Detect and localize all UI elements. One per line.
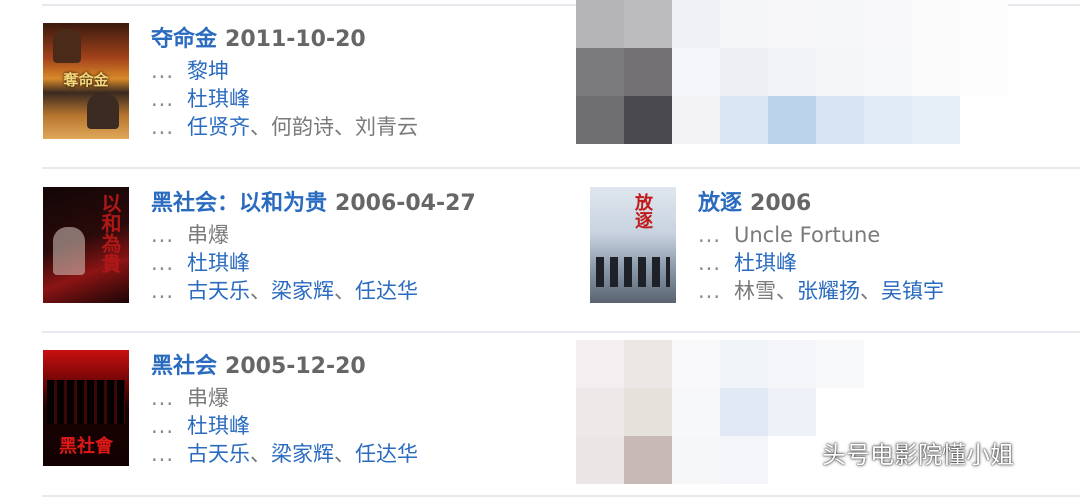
blurred-mosaic: [576, 0, 1008, 144]
cast-link[interactable]: 任达华: [355, 279, 418, 303]
separator: 、: [250, 442, 271, 466]
watermark: 头号电影院懂小姐: [777, 438, 1014, 472]
separator: 、: [250, 115, 271, 139]
poster-title-text: 黑社會: [59, 436, 113, 457]
cast-link[interactable]: 张耀扬: [797, 279, 860, 303]
movie-card: 放逐 放逐 2006 ... Uncle Fortune ... 杜琪峰 ... 林雪、…: [590, 187, 1070, 337]
poster-title-text: 奪命金: [63, 71, 109, 89]
wechat-icon: [777, 441, 814, 469]
cast-link[interactable]: 古天乐: [187, 279, 250, 303]
ellipsis: ...: [151, 115, 175, 139]
cast-name: 刘青云: [355, 115, 418, 139]
movie-title-link[interactable]: 夺命金: [151, 27, 217, 52]
movie-title-link[interactable]: 黑社会：以和为贵: [151, 191, 327, 216]
movie-card: 黑社會 黑社会 2005-12-20 ... 串爆 ... 杜琪峰 ... 古天乐、梁家…: [43, 350, 563, 500]
director-link[interactable]: 杜琪峰: [187, 251, 250, 275]
movie-card: 奪命金 夺命金 2011-10-20 ... 黎坤 ... 杜琪峰 ... 任贤齐、何韵…: [43, 23, 563, 173]
cast-link[interactable]: 吴镇宇: [881, 279, 944, 303]
separator: 、: [860, 279, 881, 303]
release-date: 2005-12-20: [225, 354, 366, 379]
watermark-text: 头号电影院懂小姐: [822, 441, 1014, 469]
ellipsis: ...: [151, 251, 175, 275]
cast-name: 林雪: [734, 279, 776, 303]
movie-poster[interactable]: 黑社會: [43, 350, 129, 466]
cast-link[interactable]: 任贤齐: [187, 115, 250, 139]
separator: 、: [334, 279, 355, 303]
separator: 、: [250, 279, 271, 303]
poster-figure: [53, 29, 81, 63]
cast-link[interactable]: 梁家辉: [271, 442, 334, 466]
poster-title-text: 放逐: [632, 193, 653, 229]
cast-link[interactable]: 古天乐: [187, 442, 250, 466]
release-date: 2011-10-20: [225, 27, 366, 52]
poster-figures: [596, 257, 670, 287]
ellipsis: ...: [698, 223, 722, 247]
movie-poster[interactable]: 放逐: [590, 187, 676, 303]
poster-figure: [87, 93, 119, 129]
ellipsis: ...: [151, 442, 175, 466]
ellipsis: ...: [151, 279, 175, 303]
movie-poster[interactable]: 奪命金: [43, 23, 129, 139]
ellipsis: ...: [151, 414, 175, 438]
ellipsis: ...: [698, 251, 722, 275]
release-date: 2006-04-27: [335, 191, 476, 216]
director-link[interactable]: 杜琪峰: [734, 251, 797, 275]
ellipsis: ...: [151, 59, 175, 83]
movie-title-link[interactable]: 黑社会: [151, 354, 217, 379]
cast-link[interactable]: 任达华: [355, 442, 418, 466]
ellipsis: ...: [151, 223, 175, 247]
poster-figures: [47, 380, 125, 424]
movie-card: 以和為貴 黑社会：以和为贵 2006-04-27 ... 串爆 ... 杜琪峰 ...…: [43, 187, 563, 337]
separator: 、: [776, 279, 797, 303]
director-link[interactable]: 杜琪峰: [187, 87, 250, 111]
character-name: 串爆: [187, 386, 229, 410]
character-name: Uncle Fortune: [734, 223, 881, 247]
cast-link[interactable]: 梁家辉: [271, 279, 334, 303]
ellipsis: ...: [698, 279, 722, 303]
release-date: 2006: [750, 191, 812, 216]
ellipsis: ...: [151, 87, 175, 111]
movie-title-link[interactable]: 放逐: [698, 191, 742, 216]
ellipsis: ...: [151, 386, 175, 410]
separator: 、: [334, 442, 355, 466]
poster-figure: [53, 227, 85, 275]
character-name: 串爆: [187, 223, 229, 247]
character-link[interactable]: 黎坤: [187, 59, 229, 83]
cast-name: 何韵诗: [271, 115, 334, 139]
movie-poster[interactable]: 以和為貴: [43, 187, 129, 303]
director-link[interactable]: 杜琪峰: [187, 414, 250, 438]
separator: 、: [334, 115, 355, 139]
poster-title-text: 以和為貴: [98, 193, 122, 273]
